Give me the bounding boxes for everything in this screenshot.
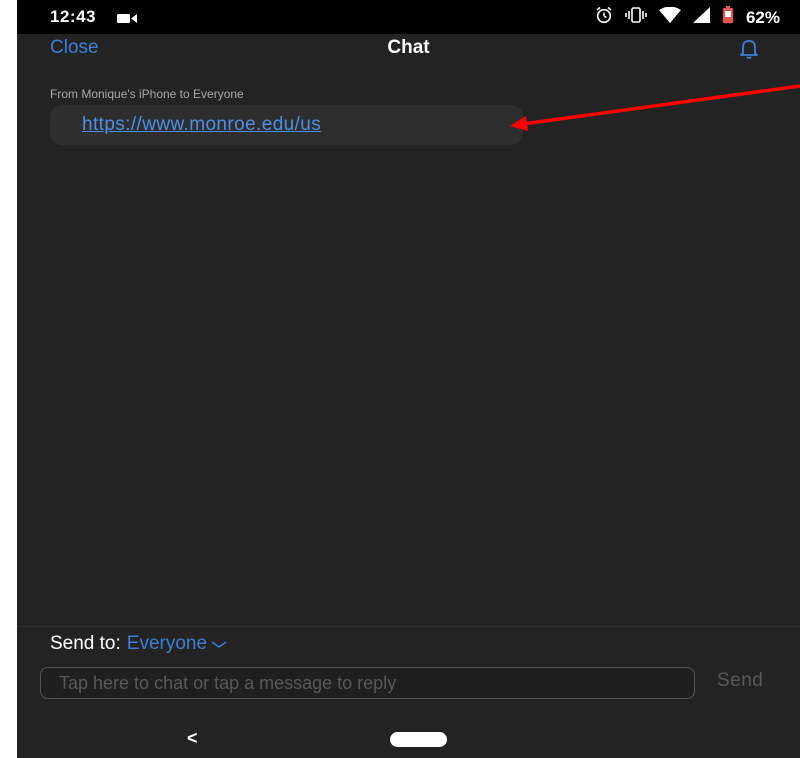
send-button[interactable]: Send xyxy=(717,670,763,692)
annotation-arrow xyxy=(510,84,800,131)
divider xyxy=(17,626,800,627)
send-to-dropdown[interactable]: Everyone xyxy=(127,633,228,654)
send-to-value[interactable]: Everyone xyxy=(127,633,207,654)
chat-input-box[interactable] xyxy=(40,667,695,699)
chat-screen: 12:43 62% Close Chat From Monique's iPho… xyxy=(17,0,800,758)
chat-input[interactable] xyxy=(41,668,694,698)
send-to-row: Send to: Everyone xyxy=(50,633,228,655)
send-to-label: Send to: xyxy=(50,633,121,654)
home-button[interactable] xyxy=(390,732,447,747)
chevron-down-icon[interactable] xyxy=(210,639,228,649)
navigation-bar: < xyxy=(17,710,800,758)
back-button[interactable]: < xyxy=(187,728,198,749)
